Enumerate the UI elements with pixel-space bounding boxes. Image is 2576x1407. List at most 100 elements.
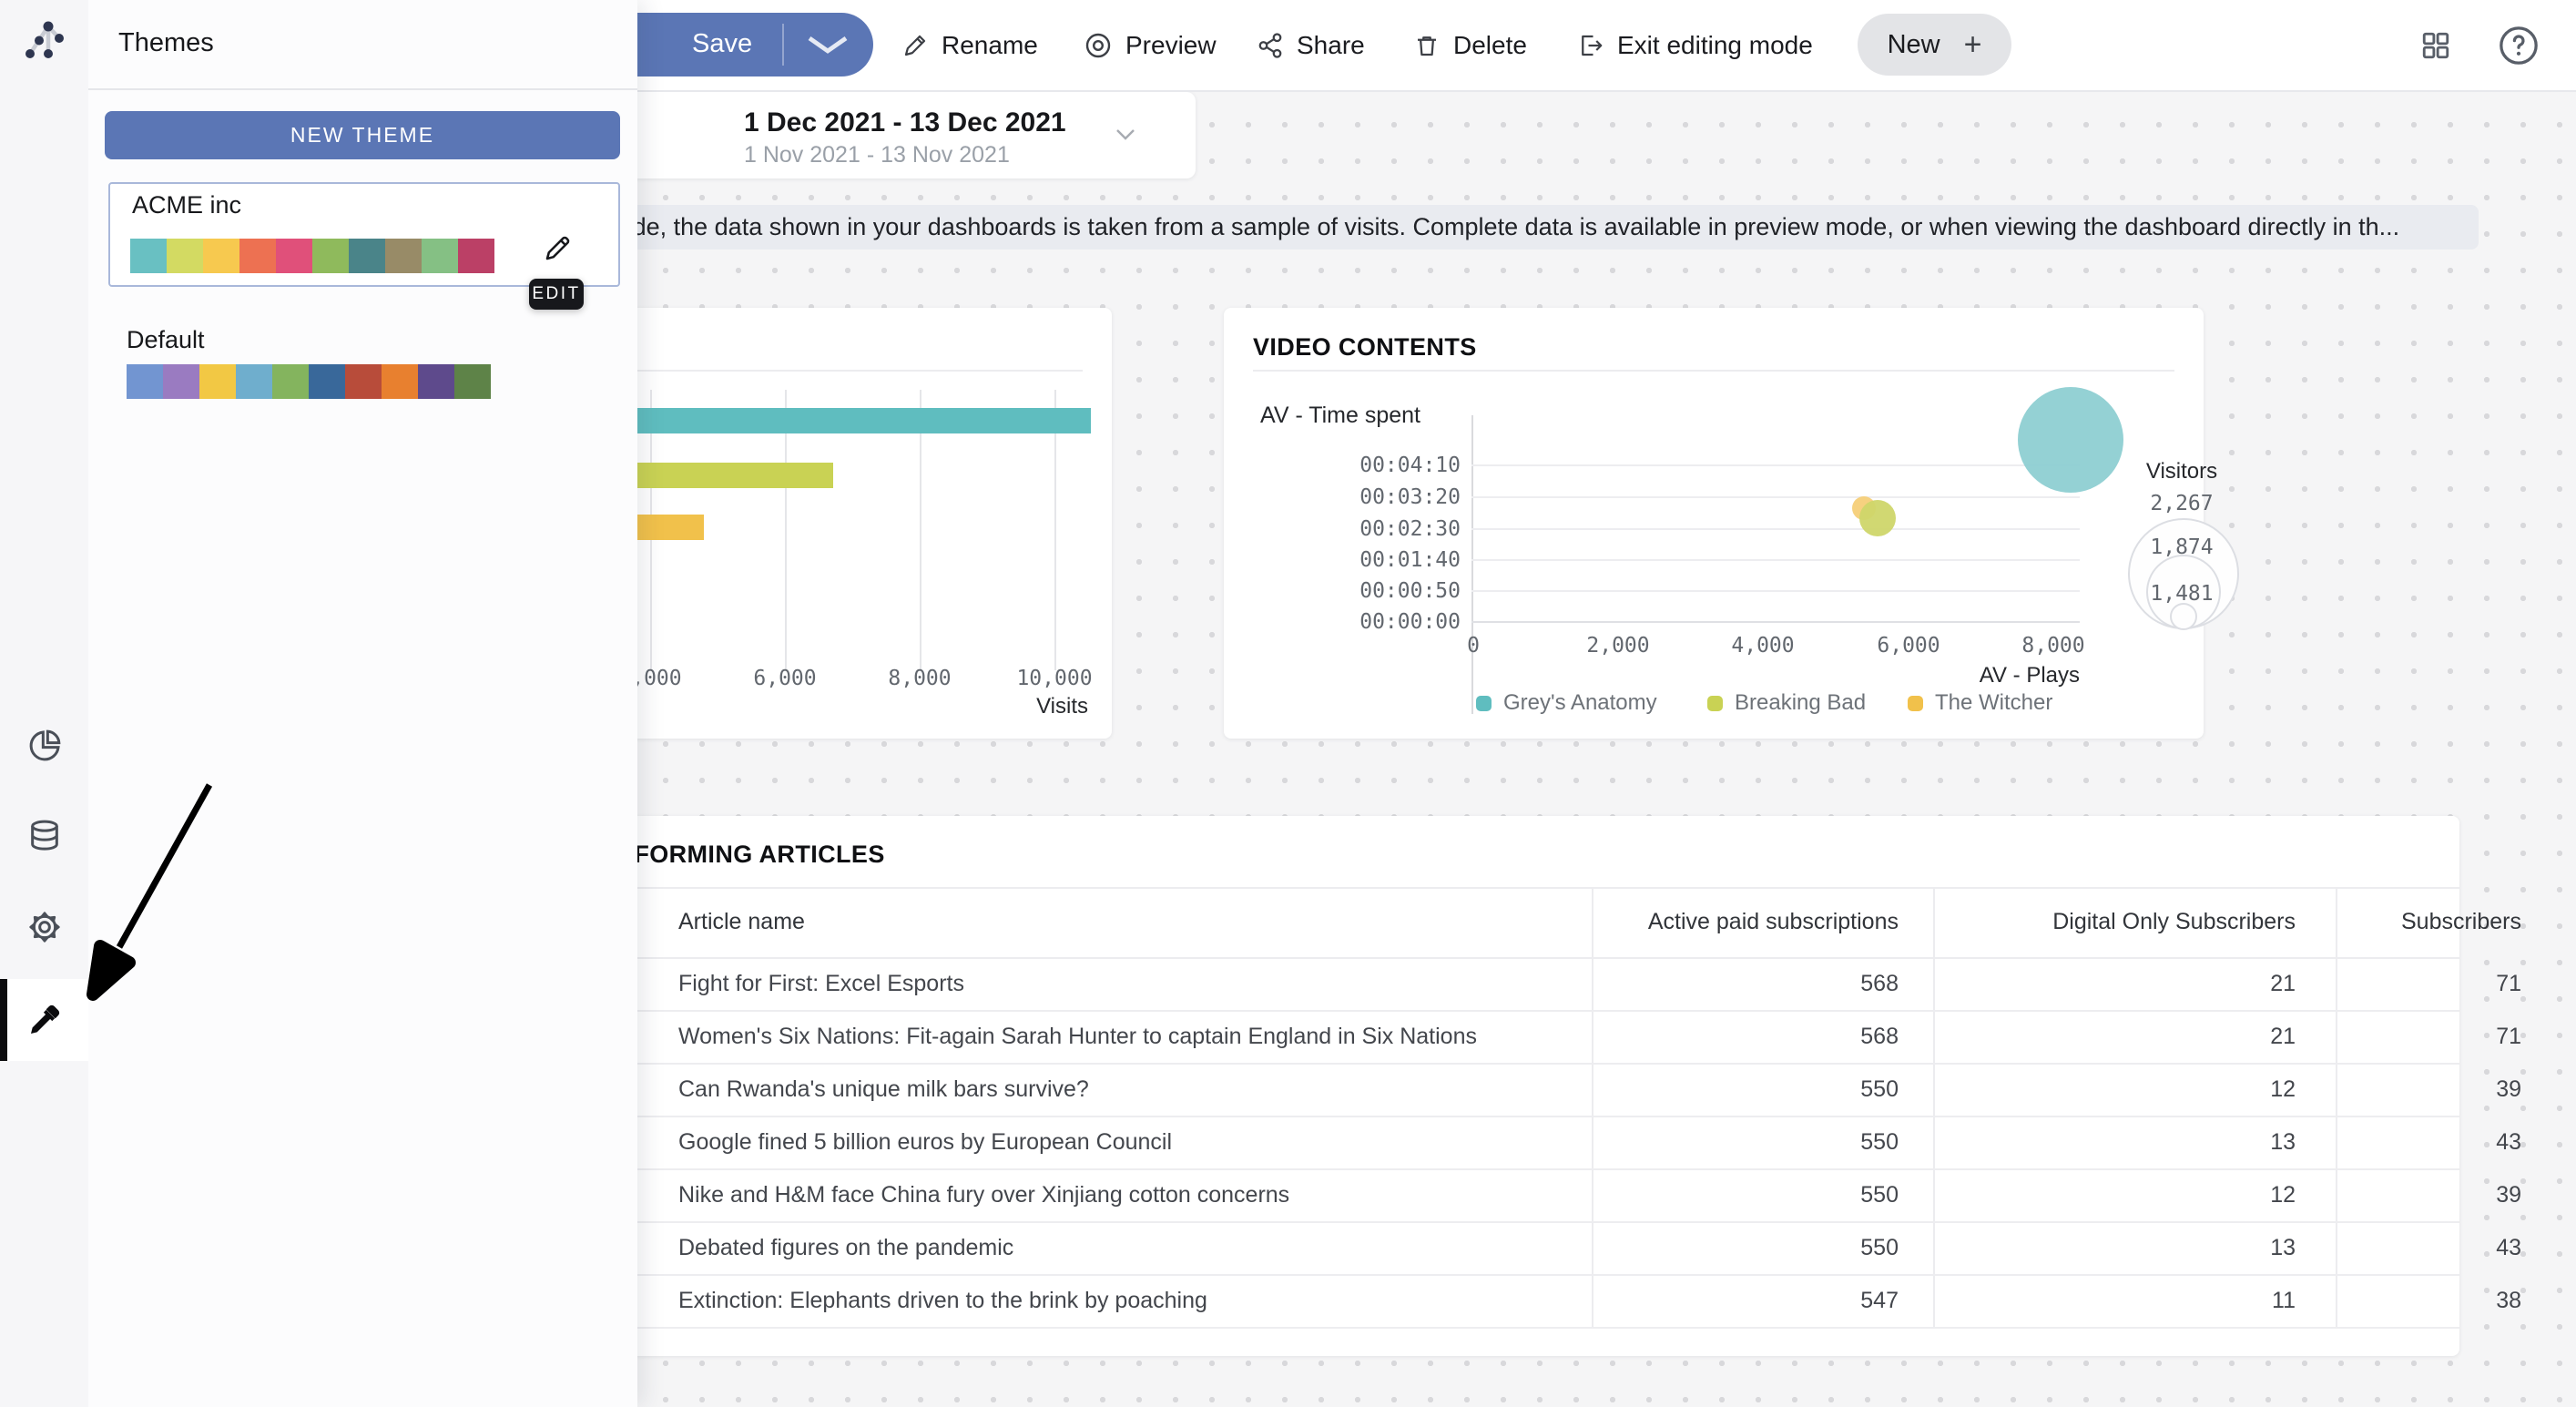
legend-item-breaking-bad[interactable]: Breaking Bad <box>1707 690 1866 716</box>
cell-value: 550 <box>1636 1221 1899 1274</box>
legend-item-the-witcher[interactable]: The Witcher <box>1908 690 2052 716</box>
x-tick: 10,000 <box>1000 667 1109 690</box>
preview-eye-icon <box>1084 31 1113 60</box>
eyedropper-icon <box>26 1002 63 1038</box>
date-range-picker[interactable]: 1 Dec 2021 - 13 Dec 2021 1 Nov 2021 - 13… <box>626 92 1196 178</box>
palette-swatch <box>345 364 382 399</box>
cell-article-name: Nike and H&M face China fury over Xinjia… <box>678 1168 1289 1221</box>
apps-grid-icon[interactable] <box>2420 30 2451 61</box>
themes-drawer-title: Themes <box>118 28 214 58</box>
x-tick: 6,000 <box>1854 634 1963 658</box>
sample-data-notice: In editing mode, the data shown in your … <box>419 205 2479 250</box>
cell-value: 568 <box>1636 957 1899 1010</box>
save-button-label: Save <box>692 29 752 59</box>
legend-swatch <box>1707 696 1723 711</box>
legend-swatch <box>1908 696 1923 711</box>
palette-swatch <box>422 239 458 273</box>
theme-name: Default <box>127 326 205 354</box>
column-header-subscribers[interactable]: Subscribers <box>2310 887 2521 957</box>
new-dashboard-button[interactable]: New + <box>1858 14 2011 76</box>
size-legend-value: 2,267 <box>2109 492 2255 515</box>
rename-button[interactable]: Rename <box>901 0 1038 90</box>
cell-article-name: Women's Six Nations: Fit-again Sarah Hun… <box>678 1010 1477 1063</box>
theme-name: ACME inc <box>132 191 241 219</box>
size-legend-title: Visitors <box>2109 459 2255 484</box>
save-split-divider <box>782 24 784 66</box>
video-contents-panel: VIDEO CONTENTS AV - Time spent 00:04:10 … <box>1224 308 2204 739</box>
sidebar-item-themes[interactable] <box>0 987 88 1053</box>
column-header-digital-only-subscribers[interactable]: Digital Only Subscribers <box>2001 887 2296 957</box>
exit-icon <box>1577 32 1604 59</box>
notice-text: In editing mode, the data shown in your … <box>492 205 2399 250</box>
delete-button[interactable]: Delete <box>1413 0 1527 90</box>
bubble-grey-s-anatomy[interactable] <box>2018 387 2123 493</box>
column-header-active-paid-subscriptions[interactable]: Active paid subscriptions <box>1636 887 1899 957</box>
save-dropdown-chevron-icon[interactable] <box>802 35 853 55</box>
legend-label: Grey's Anatomy <box>1503 690 1657 716</box>
edit-theme-pencil-icon[interactable] <box>542 231 575 264</box>
palette-swatch <box>163 364 199 399</box>
palette-swatch <box>349 239 385 273</box>
cell-value: 550 <box>1636 1063 1899 1116</box>
rename-label: Rename <box>942 31 1038 60</box>
palette-swatch <box>239 239 276 273</box>
date-range-value: 1 Dec 2021 - 13 Dec 2021 <box>744 107 1066 138</box>
share-label: Share <box>1297 31 1365 60</box>
palette-swatch <box>458 239 494 273</box>
theme-card-acme-inc[interactable]: ACME inc <box>108 182 620 287</box>
drawer-divider <box>88 88 637 90</box>
size-legend-value: 1,481 <box>2109 582 2255 606</box>
bubble-breaking-bad[interactable] <box>1859 500 1896 536</box>
preview-button[interactable]: Preview <box>1084 0 1217 90</box>
pencil-icon <box>901 32 929 59</box>
new-theme-button[interactable]: NEW THEME <box>105 111 620 159</box>
trash-icon <box>1413 32 1441 59</box>
gear-icon <box>26 909 63 945</box>
x-tick: 2,000 <box>1563 634 1673 658</box>
palette-swatch <box>276 239 312 273</box>
cell-value: 547 <box>1636 1274 1899 1327</box>
column-divider <box>1933 887 1935 1327</box>
cell-value: 39 <box>2310 1168 2521 1221</box>
x-tick: 0 <box>1419 634 1528 658</box>
database-icon <box>26 818 63 854</box>
legend-item-greys-anatomy[interactable]: Grey's Anatomy <box>1476 690 1657 716</box>
cell-value: 43 <box>2310 1116 2521 1168</box>
cell-article-name: Extinction: Elephants driven to the brin… <box>678 1274 1207 1327</box>
sidebar-item-data[interactable] <box>0 803 88 869</box>
x-tick: 6,000 <box>730 667 840 690</box>
column-header-article-name[interactable]: Article name <box>678 887 805 957</box>
sidebar-item-analytics[interactable] <box>0 713 88 779</box>
app-sidebar <box>0 0 88 1407</box>
cell-value: 38 <box>2310 1274 2521 1327</box>
cell-value: 39 <box>2310 1063 2521 1116</box>
cell-value: 21 <box>2001 1010 2296 1063</box>
palette-swatch <box>309 364 345 399</box>
cell-value: 550 <box>1636 1116 1899 1168</box>
palette-swatch <box>130 239 167 273</box>
date-comparison-value: 1 Nov 2021 - 13 Nov 2021 <box>744 142 1010 168</box>
share-button[interactable]: Share <box>1257 0 1365 90</box>
exit-editing-mode-button[interactable]: Exit editing mode <box>1577 0 1813 90</box>
cell-value: 13 <box>2001 1221 2296 1274</box>
palette-swatch <box>167 239 203 273</box>
pie-chart-icon <box>26 728 63 764</box>
themes-drawer: Themes NEW THEME ACME inc EDIT Default <box>88 0 637 1407</box>
row-divider <box>473 1327 2459 1329</box>
exit-label: Exit editing mode <box>1617 31 1813 60</box>
cell-value: 43 <box>2310 1221 2521 1274</box>
delete-label: Delete <box>1453 31 1527 60</box>
sidebar-item-settings[interactable] <box>0 894 88 960</box>
cell-value: 71 <box>2310 957 2521 1010</box>
palette-swatch <box>127 364 163 399</box>
theme-card-default[interactable]: Default <box>108 321 616 410</box>
date-chevron-icon <box>1114 127 1137 143</box>
palette-swatch <box>203 239 239 273</box>
cell-value: 13 <box>2001 1116 2296 1168</box>
theme-palette <box>130 239 494 273</box>
new-label: New <box>1888 30 1940 60</box>
app-logo[interactable] <box>22 16 67 62</box>
help-icon[interactable] <box>2498 25 2540 66</box>
x-tick: 8,000 <box>1999 634 2108 658</box>
cell-value: 11 <box>2001 1274 2296 1327</box>
